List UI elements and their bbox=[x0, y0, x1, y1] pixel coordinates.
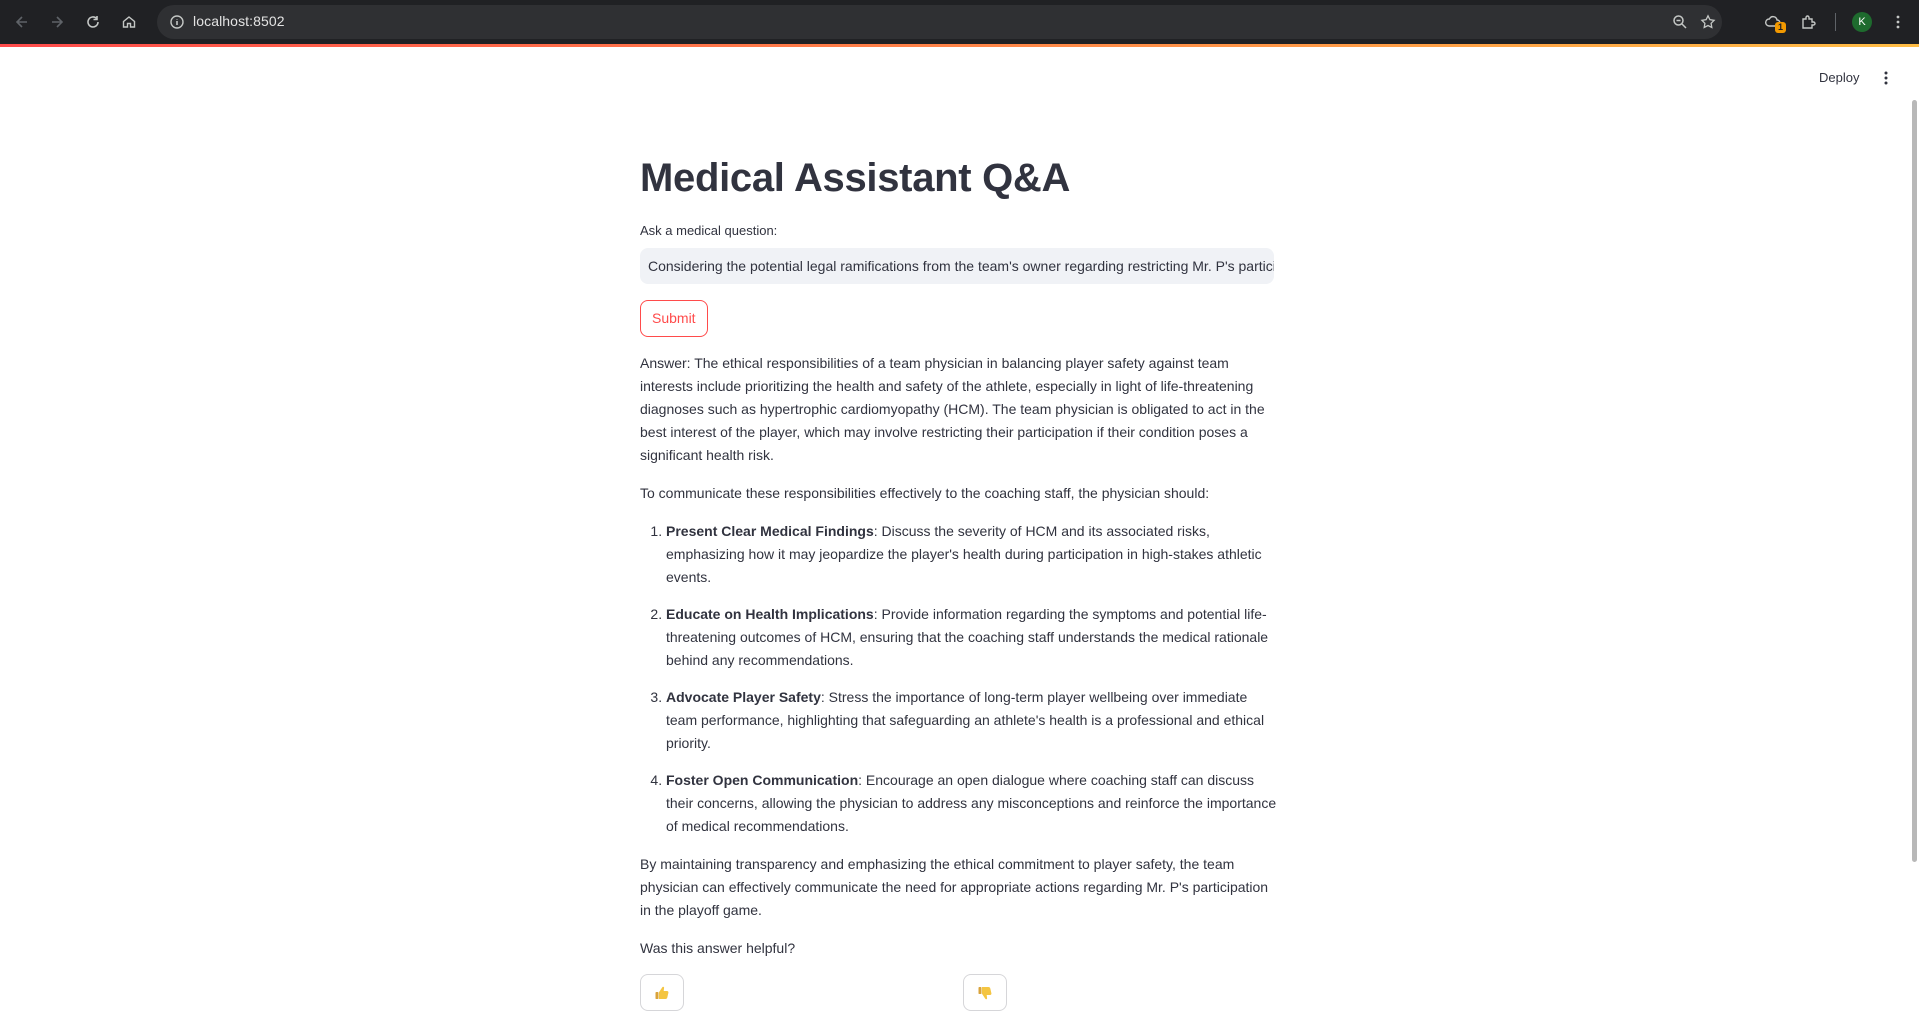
arrow-right-icon bbox=[52, 16, 64, 28]
bookmark-star-icon[interactable] bbox=[1696, 10, 1720, 34]
question-label: Ask a medical question: bbox=[640, 223, 778, 238]
submit-button[interactable]: Submit bbox=[640, 300, 708, 337]
list-item-title: Present Clear Medical Findings bbox=[666, 523, 874, 539]
thumbs-up-icon bbox=[655, 986, 669, 999]
zoom-icon[interactable] bbox=[1668, 10, 1692, 34]
address-bar[interactable]: localhost:8502 bbox=[157, 5, 1722, 39]
streamlit-decoration-bar bbox=[0, 44, 1919, 47]
thumbs-down-button[interactable] bbox=[963, 974, 1007, 1011]
thumbs-up-button[interactable] bbox=[640, 974, 684, 1011]
toolbar-divider bbox=[1835, 13, 1836, 31]
reload-icon bbox=[87, 16, 99, 28]
extension-badge: 1 bbox=[1774, 22, 1786, 33]
list-item: Educate on Health Implications: Provide … bbox=[666, 603, 1278, 672]
main-content: Medical Assistant Q&A Ask a medical ques… bbox=[640, 140, 1280, 1014]
cloud-extension-icon: 1 bbox=[1764, 13, 1786, 33]
extension-button[interactable]: 1 bbox=[1760, 9, 1786, 35]
extensions-button[interactable] bbox=[1796, 9, 1822, 35]
list-item-title: Advocate Player Safety bbox=[666, 689, 821, 705]
list-item: Advocate Player Safety: Stress the impor… bbox=[666, 686, 1278, 755]
home-icon bbox=[122, 16, 136, 28]
back-button[interactable] bbox=[9, 9, 35, 35]
list-item-title: Educate on Health Implications bbox=[666, 606, 874, 622]
question-input[interactable]: Considering the potential legal ramifica… bbox=[640, 248, 1274, 284]
reload-button[interactable] bbox=[80, 9, 106, 35]
answer-intro: Answer: The ethical responsibilities of … bbox=[640, 355, 1265, 463]
page-title: Medical Assistant Q&A bbox=[640, 156, 1071, 200]
list-item: Present Clear Medical Findings: Discuss … bbox=[666, 520, 1278, 589]
answer-conclusion: By maintaining transparency and emphasiz… bbox=[640, 856, 1269, 918]
feedback-row bbox=[640, 974, 1280, 1014]
site-info-icon[interactable] bbox=[165, 10, 189, 34]
thumbs-down-icon bbox=[978, 986, 992, 999]
list-item-title: Foster Open Communication bbox=[666, 772, 859, 788]
page-scrollbar[interactable] bbox=[1912, 100, 1917, 862]
forward-button[interactable] bbox=[44, 9, 70, 35]
profile-avatar[interactable]: K bbox=[1852, 12, 1872, 32]
home-button[interactable] bbox=[116, 9, 142, 35]
vertical-dots-icon bbox=[1896, 15, 1900, 29]
arrow-left-icon bbox=[15, 16, 27, 28]
vertical-dots-icon bbox=[1884, 71, 1888, 85]
puzzle-icon bbox=[1802, 15, 1816, 29]
browser-toolbar: localhost:8502 1 K bbox=[0, 0, 1919, 44]
feedback-prompt: Was this answer helpful? bbox=[640, 940, 796, 956]
app-menu-button[interactable] bbox=[1876, 66, 1896, 90]
url-text: localhost:8502 bbox=[193, 13, 285, 29]
answer-lead: To communicate these responsibilities ef… bbox=[640, 485, 1210, 501]
list-item: Foster Open Communication: Encourage an … bbox=[666, 769, 1278, 838]
answer-block: Answer: The ethical responsibilities of … bbox=[640, 352, 1278, 960]
answer-list: Present Clear Medical Findings: Discuss … bbox=[640, 520, 1278, 838]
browser-menu-button[interactable] bbox=[1885, 9, 1911, 35]
deploy-button[interactable]: Deploy bbox=[1813, 66, 1865, 90]
